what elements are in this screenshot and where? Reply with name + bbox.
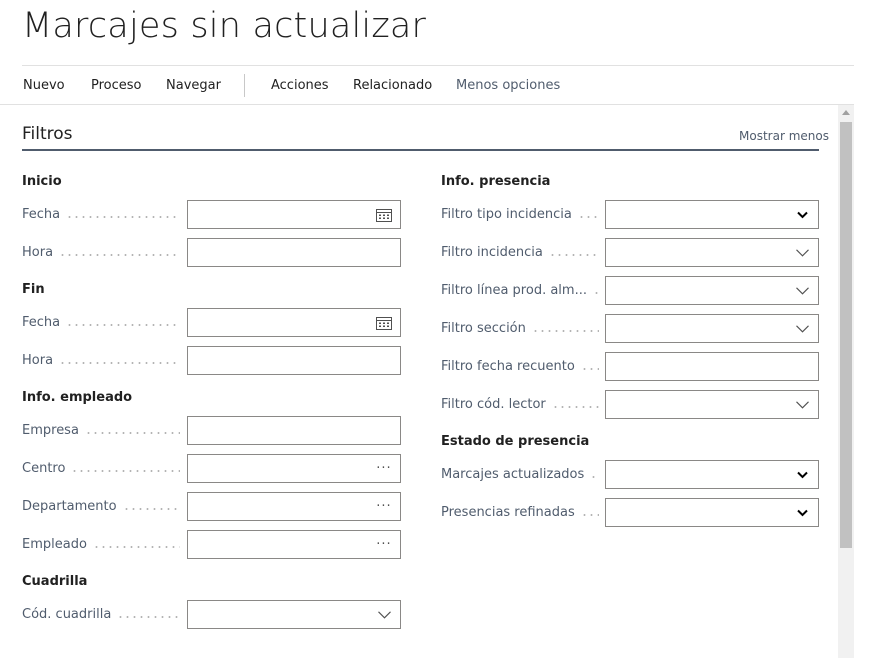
action-separator	[244, 74, 245, 97]
chevron-down-icon[interactable]	[790, 391, 814, 418]
chevron-down-icon[interactable]	[790, 499, 814, 526]
field-label-seccion: Filtro sección	[441, 314, 599, 343]
page-title: Marcajes sin actualizar	[22, 6, 427, 46]
empresa-text[interactable]	[196, 417, 392, 444]
fecha-recuento-input[interactable]	[605, 352, 819, 381]
field-label-tipo-incidencia: Filtro tipo incidencia	[441, 200, 599, 229]
action-acciones[interactable]: Acciones	[271, 78, 329, 93]
empresa-input[interactable]	[187, 416, 401, 445]
group-title-info-empleado: Info. empleado	[22, 390, 133, 405]
calendar-icon[interactable]	[372, 201, 396, 228]
empleado-input[interactable]: ···	[187, 530, 401, 559]
lookup-ellipsis-icon[interactable]: ···	[372, 531, 396, 558]
field-label-cod-cuadrilla: Cód. cuadrilla	[22, 600, 180, 629]
field-label-presencias-refinadas: Presencias refinadas	[441, 498, 599, 527]
field-label-empresa: Empresa	[22, 416, 180, 445]
group-title-estado-presencia: Estado de presencia	[441, 434, 590, 449]
chevron-down-icon[interactable]	[790, 239, 814, 266]
fecha-recuento-text[interactable]	[614, 353, 810, 380]
field-label-departamento: Departamento	[22, 492, 180, 521]
departamento-text[interactable]	[196, 493, 392, 520]
action-bar-divider	[0, 104, 854, 105]
field-label-empleado: Empleado	[22, 530, 180, 559]
show-less-link[interactable]: Mostrar menos	[739, 129, 829, 143]
field-label-centro: Centro	[22, 454, 180, 483]
cod-lector-combo[interactable]	[605, 390, 819, 419]
inicio-fecha-text[interactable]	[196, 201, 392, 228]
field-label-fin-hora: Hora	[22, 346, 180, 375]
chevron-down-icon[interactable]	[790, 201, 814, 228]
chevron-down-icon[interactable]	[790, 277, 814, 304]
seccion-combo[interactable]	[605, 314, 819, 343]
group-title-inicio: Inicio	[22, 174, 62, 189]
centro-input[interactable]: ···	[187, 454, 401, 483]
field-label-cod-lector: Filtro cód. lector	[441, 390, 599, 419]
lookup-ellipsis-icon[interactable]: ···	[372, 455, 396, 482]
inicio-hora-text[interactable]	[196, 239, 392, 266]
action-relacionado[interactable]: Relacionado	[353, 78, 432, 93]
chevron-down-icon[interactable]	[790, 461, 814, 488]
inicio-fecha-input[interactable]	[187, 200, 401, 229]
marcajes-actualizados-select[interactable]	[605, 460, 819, 489]
calendar-icon[interactable]	[372, 309, 396, 336]
field-label-inicio-fecha: Fecha	[22, 200, 180, 229]
action-nuevo[interactable]: Nuevo	[23, 78, 65, 93]
linea-prod-combo[interactable]	[605, 276, 819, 305]
field-label-marcajes-actualizados: Marcajes actualizados	[441, 460, 599, 489]
field-label-inicio-hora: Hora	[22, 238, 180, 267]
action-bar: Nuevo Proceso Navegar Acciones Relaciona…	[0, 66, 876, 104]
action-proceso[interactable]: Proceso	[91, 78, 142, 93]
fin-hora-input[interactable]	[187, 346, 401, 375]
vertical-scrollbar[interactable]	[838, 105, 854, 658]
lookup-ellipsis-icon[interactable]: ···	[372, 493, 396, 520]
inicio-hora-input[interactable]	[187, 238, 401, 267]
field-label-incidencia: Filtro incidencia	[441, 238, 599, 267]
field-label-fin-fecha: Fecha	[22, 308, 180, 337]
presencias-refinadas-select[interactable]	[605, 498, 819, 527]
tipo-incidencia-select[interactable]	[605, 200, 819, 229]
action-navegar[interactable]: Navegar	[166, 78, 221, 93]
group-title-cuadrilla: Cuadrilla	[22, 574, 88, 589]
empleado-text[interactable]	[196, 531, 392, 558]
fin-fecha-input[interactable]	[187, 308, 401, 337]
incidencia-combo[interactable]	[605, 238, 819, 267]
cod-cuadrilla-combo[interactable]	[187, 600, 401, 629]
fin-hora-text[interactable]	[196, 347, 392, 374]
field-label-fecha-recuento: Filtro fecha recuento	[441, 352, 599, 381]
scroll-up-arrow-icon[interactable]	[842, 110, 850, 115]
scroll-thumb[interactable]	[840, 122, 852, 548]
chevron-down-icon[interactable]	[372, 601, 396, 628]
action-menos-opciones[interactable]: Menos opciones	[456, 78, 560, 93]
centro-text[interactable]	[196, 455, 392, 482]
departamento-input[interactable]: ···	[187, 492, 401, 521]
group-title-info-presencia: Info. presencia	[441, 174, 551, 189]
chevron-down-icon[interactable]	[790, 315, 814, 342]
section-divider	[22, 149, 819, 151]
fin-fecha-text[interactable]	[196, 309, 392, 336]
section-title-filtros: Filtros	[22, 124, 73, 144]
field-label-linea-prod: Filtro línea prod. alm...	[441, 276, 599, 305]
group-title-fin: Fin	[22, 282, 45, 297]
